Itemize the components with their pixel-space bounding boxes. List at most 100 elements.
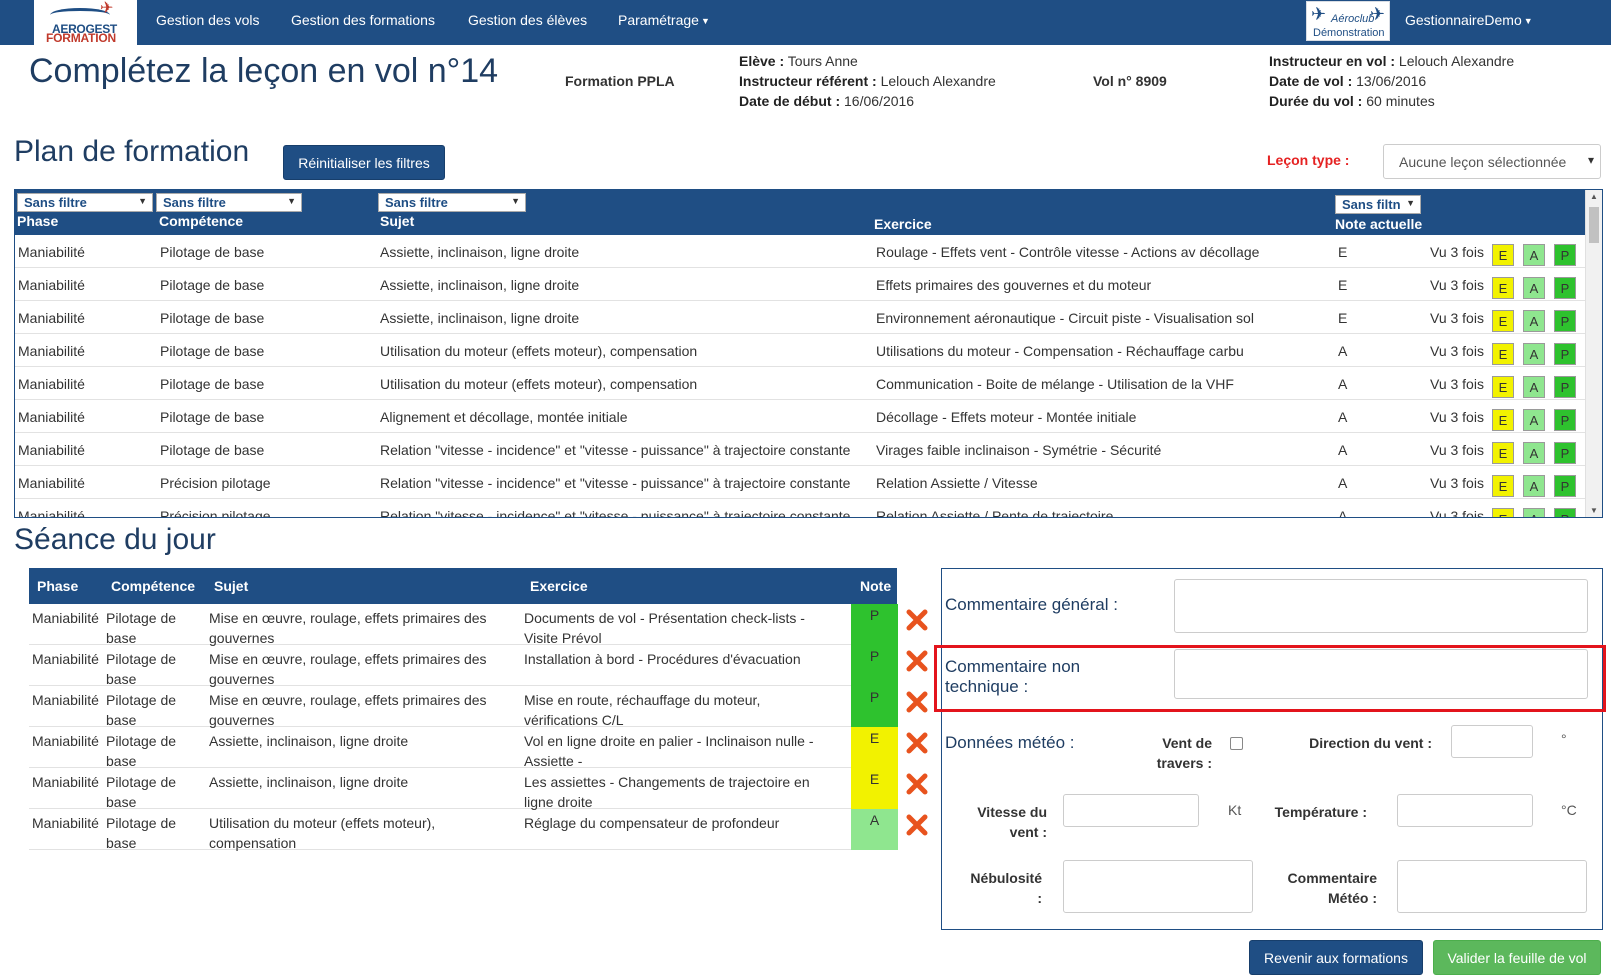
table-row: Maniabilité Pilotage de base Assiette, inc… (29, 727, 928, 769)
cell-vu: Vu 3 fois (1430, 508, 1484, 518)
col-phase: Phase (37, 578, 79, 594)
plan-table: Sans filtre ▼ Sans filtre ▼ Sans filtre ▼ S… (14, 189, 1603, 518)
vol-number: Vol n° 8909 (1093, 73, 1167, 89)
nebulosite-input[interactable] (1063, 860, 1253, 913)
nav-parametrage-label: Paramétrage (618, 12, 699, 28)
cell-exercice: Relation Assiette / Vitesse (876, 475, 1038, 491)
club-text-1: Aéroclub (1331, 13, 1375, 25)
scroll-thumb[interactable] (1589, 207, 1599, 243)
scroll-up-icon[interactable]: ▲ (1590, 192, 1598, 201)
logo-text-2: FORMATION (46, 31, 116, 45)
cell-exercice: Installation à bord - Procédures d'évacu… (524, 651, 801, 667)
note-p-button[interactable]: P (1554, 310, 1576, 332)
note-p-button[interactable]: P (1554, 244, 1576, 266)
note-e-button[interactable]: E (1492, 310, 1514, 332)
filter-note[interactable]: Sans filtn ▼ (1335, 195, 1421, 214)
note-e-button[interactable]: E (1492, 277, 1514, 299)
caret-down-icon: ▼ (511, 196, 520, 206)
filter-competence-value: Sans filtre (163, 195, 226, 210)
delete-icon[interactable] (905, 690, 929, 714)
note-a-button[interactable]: A (1523, 343, 1545, 365)
cell-competence: Pilotage de base (106, 815, 177, 851)
cell-phase: Maniabilité (32, 815, 99, 831)
note-e-button[interactable]: E (1492, 442, 1514, 464)
filter-phase[interactable]: Sans filtre ▼ (17, 193, 153, 212)
table-row: Maniabilité Pilotage de base Assiette, inc… (15, 235, 1585, 268)
cell-exercice: Vol en ligne droite en palier - Inclinai… (524, 733, 814, 769)
delete-icon[interactable] (905, 813, 929, 837)
cell-competence: Pilotage de base (160, 442, 265, 458)
reset-filters-button[interactable]: Réinitialiser les filtres (283, 145, 445, 180)
note-e-button[interactable]: E (1492, 343, 1514, 365)
duree-value: 60 minutes (1366, 93, 1435, 109)
note-e-button[interactable]: E (1492, 409, 1514, 431)
delete-icon[interactable] (905, 772, 929, 796)
note-a-button[interactable]: A (1523, 442, 1545, 464)
note-a-button[interactable]: A (1523, 475, 1545, 497)
cell-exercice: Communication - Boite de mélange - Utili… (876, 376, 1234, 392)
club-logo[interactable]: ✈ ✈ Aéroclub Démonstration (1306, 1, 1390, 41)
note-a-button[interactable]: A (1523, 376, 1545, 398)
commentaire-general-input[interactable] (1174, 579, 1588, 633)
note-p-button[interactable]: P (1554, 277, 1576, 299)
note-a-button[interactable]: A (1523, 277, 1545, 299)
date-debut-label: Date de début : (739, 93, 841, 109)
note-p-button[interactable]: P (1554, 376, 1576, 398)
temperature-label: Température : (1274, 804, 1367, 820)
note-p-button[interactable]: P (1554, 508, 1576, 517)
note-p-button[interactable]: P (1554, 442, 1576, 464)
note-p-button[interactable]: P (1554, 409, 1576, 431)
nav-parametrage[interactable]: Paramétrage ▼ (618, 12, 710, 28)
cell-phase: Maniabilité (32, 651, 99, 667)
cell-exercice: Décollage - Effets moteur - Montée initi… (876, 409, 1137, 425)
validate-sheet-button[interactable]: Valider la feuille de vol (1433, 940, 1601, 975)
delete-icon[interactable] (905, 731, 929, 755)
vitesse-vent-label: Vitesse du vent : (977, 804, 1047, 840)
instr-vol-value: Lelouch Alexandre (1398, 53, 1515, 69)
direction-vent-input[interactable] (1451, 725, 1533, 758)
filter-competence[interactable]: Sans filtre ▼ (156, 193, 302, 212)
note-e-button[interactable]: E (1492, 508, 1514, 517)
filter-sujet[interactable]: Sans filtre ▼ (378, 193, 526, 212)
lecon-type-select[interactable]: Aucune leçon sélectionnée ▾ (1383, 144, 1601, 179)
plan-scrollbar[interactable]: ▲ ▼ (1585, 190, 1602, 517)
col-phase: Phase (17, 213, 59, 229)
cell-sujet: Relation "vitesse - incidence" et "vites… (380, 508, 851, 518)
cell-sujet: Mise en œuvre, roulage, effets primaires… (209, 610, 487, 646)
aerogest-logo[interactable]: ✈ AEROGEST FORMATION (34, 0, 137, 45)
scroll-down-icon[interactable]: ▼ (1590, 506, 1598, 515)
commentaire-general-label: Commentaire général : (945, 595, 1118, 614)
cell-note: P (851, 686, 898, 727)
vitesse-vent-input[interactable] (1063, 794, 1199, 827)
cell-phase: Maniabilité (18, 343, 85, 359)
nav-gestion-eleves[interactable]: Gestion des élèves (468, 12, 587, 28)
note-a-button[interactable]: A (1523, 508, 1545, 517)
nav-gestion-vols[interactable]: Gestion des vols (156, 12, 260, 28)
delete-icon[interactable] (905, 608, 929, 632)
plane-icon: ✈ (100, 0, 114, 17)
delete-icon[interactable] (905, 649, 929, 673)
note-e-button[interactable]: E (1492, 475, 1514, 497)
note-p-button[interactable]: P (1554, 343, 1576, 365)
temperature-input[interactable] (1397, 794, 1533, 827)
cell-note-actuelle: E (1338, 310, 1348, 326)
col-competence: Compétence (159, 213, 244, 229)
table-row: Maniabilité Précision pilotage Relation "v… (15, 499, 1585, 518)
commentaire-meteo-input[interactable] (1397, 860, 1587, 913)
cell-competence: Pilotage de base (160, 244, 265, 260)
note-a-button[interactable]: A (1523, 244, 1545, 266)
note-e-button[interactable]: E (1492, 376, 1514, 398)
user-menu[interactable]: GestionnaireDemo ▼ (1405, 12, 1533, 28)
vent-travers-checkbox[interactable] (1230, 737, 1243, 750)
note-p-button[interactable]: P (1554, 475, 1576, 497)
caret-down-icon: ▼ (138, 196, 147, 206)
commentaire-meteo-label: Commentaire Météo : (1287, 870, 1377, 906)
back-to-formations-button[interactable]: Revenir aux formations (1249, 940, 1423, 975)
nav-gestion-formations[interactable]: Gestion des formations (291, 12, 435, 28)
note-a-button[interactable]: A (1523, 409, 1545, 431)
note-e-button[interactable]: E (1492, 244, 1514, 266)
cell-sujet: Assiette, inclinaison, ligne droite (209, 774, 409, 790)
note-a-button[interactable]: A (1523, 310, 1545, 332)
seance-title: Séance du jour (14, 523, 216, 556)
cell-note-actuelle: E (1338, 244, 1348, 260)
